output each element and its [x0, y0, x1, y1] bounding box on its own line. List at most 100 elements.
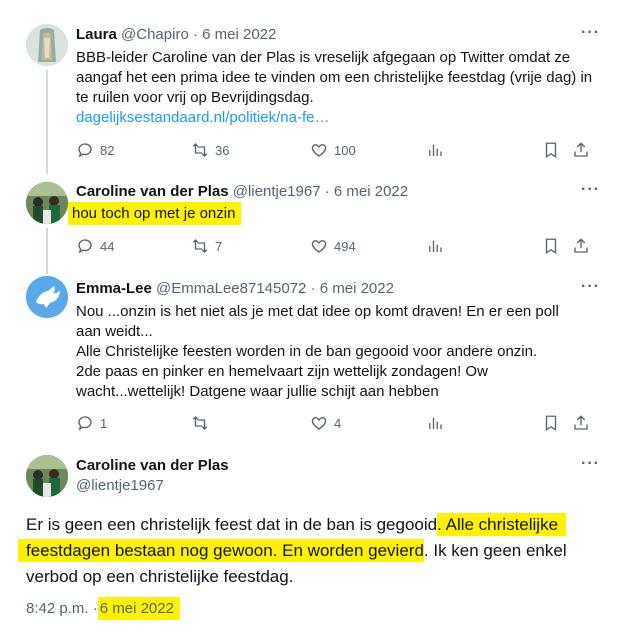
main-text-line: feestdagen bestaan nog gewoon. En worden… — [18, 538, 601, 564]
avatar-laura[interactable] — [26, 24, 68, 66]
more-icon[interactable]: ··· — [581, 278, 600, 296]
like-button[interactable]: 494 — [310, 236, 356, 256]
reply-icon — [78, 239, 92, 254]
separator-dot: · — [324, 183, 330, 200]
tweet-text-line: Nou ...onzin is het niet als je met dat … — [76, 303, 559, 320]
main-text-line: verbod op een christelijke feestdag. — [26, 567, 294, 586]
author-name[interactable]: Caroline van der Plas — [76, 456, 229, 476]
main-text-line: Er is geen een christelijk feest dat in … — [26, 512, 601, 538]
author-name[interactable]: Laura — [76, 26, 117, 43]
reply-count: 1 — [100, 415, 108, 431]
like-icon — [311, 144, 327, 157]
reply-icon — [78, 143, 92, 158]
like-button[interactable]: 4 — [310, 413, 341, 433]
retweet-count: 7 — [215, 238, 223, 254]
separator-dot: · — [92, 600, 98, 617]
views-button[interactable] — [426, 140, 444, 160]
like-icon — [311, 417, 327, 430]
retweet-button[interactable] — [191, 413, 215, 433]
tweet-caroline-reply[interactable]: Caroline van der Plas @lientje1967 · 6 m… — [0, 170, 622, 274]
separator-dot: · — [192, 26, 198, 43]
like-count: 4 — [334, 415, 342, 431]
author-handle[interactable]: @lientje1967 — [233, 183, 321, 200]
tweet-date[interactable]: 6 mei 2022 — [334, 183, 408, 200]
tweet-header: Emma-Lee @EmmaLee87145072 · 6 mei 2022 — [76, 279, 394, 299]
main-text-plain: . Ik ken geen enkel — [423, 541, 567, 560]
reply-button[interactable]: 1 — [76, 413, 107, 433]
bookmark-icon — [545, 142, 557, 159]
like-count: 100 — [334, 142, 356, 158]
reply-icon — [78, 416, 92, 431]
main-tweet-text: Er is geen een christelijk feest dat in … — [18, 512, 601, 590]
action-bar: 1 4 — [76, 413, 596, 433]
tweet-text-content: hou toch op met je onzin — [68, 202, 242, 225]
like-count: 494 — [334, 238, 356, 254]
avatar-caroline[interactable] — [26, 455, 68, 497]
tweet-text-line: aan weidt... — [76, 323, 153, 340]
like-icon — [311, 240, 327, 253]
more-icon[interactable]: ··· — [581, 24, 600, 42]
retweet-button[interactable]: 7 — [191, 236, 222, 256]
reply-count: 82 — [100, 142, 115, 158]
share-button[interactable] — [572, 140, 590, 160]
reply-count: 44 — [100, 238, 115, 254]
tweet-laura[interactable]: Laura @Chapiro · 6 mei 2022 ··· BBB-leid… — [0, 0, 622, 174]
author-handle[interactable]: @EmmaLee87145072 — [156, 280, 306, 297]
reply-button[interactable]: 44 — [76, 236, 114, 256]
author-name[interactable]: Emma-Lee — [76, 280, 152, 297]
author-handle[interactable]: @Chapiro — [121, 26, 189, 43]
bookmark-button[interactable] — [542, 236, 560, 256]
share-icon — [574, 415, 588, 430]
bookmark-icon — [545, 238, 557, 255]
bookmark-icon — [545, 415, 557, 432]
tweet-date[interactable]: 6 mei 2022 — [202, 26, 276, 43]
share-button[interactable] — [572, 413, 590, 433]
tweet-text-line: wacht...wettelijk! Datgene waar jullie s… — [76, 383, 439, 400]
views-icon — [429, 144, 442, 156]
tweet-text: hou toch op met je onzin — [68, 202, 606, 225]
tweet-emma-lee[interactable]: Emma-Lee @EmmaLee87145072 · 6 mei 2022 ·… — [0, 270, 622, 445]
bookmark-button[interactable] — [542, 140, 560, 160]
views-icon — [429, 240, 442, 252]
share-icon — [574, 238, 588, 253]
main-text-highlight: feestdagen bestaan nog gewoon. En worden… — [18, 539, 424, 562]
thread-line — [46, 70, 48, 174]
tweet-date[interactable]: 6 mei 2022 — [320, 280, 394, 297]
views-icon — [429, 417, 442, 429]
tweet-text: BBB-leider Caroline van der Plas is vres… — [76, 48, 606, 128]
more-icon[interactable]: ··· — [581, 455, 600, 473]
main-text-plain: Er is geen een christelijk feest dat in … — [26, 515, 438, 534]
tweet-header: Caroline van der Plas @lientje1967 · 6 m… — [76, 182, 408, 202]
retweet-icon — [192, 239, 208, 253]
tweet-date[interactable]: 6 mei 2022 — [97, 597, 180, 620]
author-handle[interactable]: @lientje1967 — [76, 476, 229, 496]
like-button[interactable]: 100 — [310, 140, 356, 160]
tweet-text: Nou ...onzin is het niet als je met dat … — [76, 302, 606, 402]
reply-button[interactable]: 82 — [76, 140, 114, 160]
tweet-link[interactable]: dagelijksestandaard.nl/politiek/na-fe… — [76, 109, 329, 126]
retweet-icon — [192, 416, 208, 430]
avatar-emma-lee[interactable] — [26, 276, 68, 318]
more-icon[interactable]: ··· — [581, 181, 600, 199]
tweet-text-line: 2de paas en pinker en hemelvaart zijn we… — [76, 363, 488, 380]
main-tweet-timestamp: 8:42 p.m. · 6 mei 2022 — [26, 597, 180, 620]
tweet-time[interactable]: 8:42 p.m. — [26, 600, 89, 617]
share-button[interactable] — [572, 236, 590, 256]
main-tweet: Caroline van der Plas @lientje1967 ··· E… — [0, 445, 622, 642]
views-button[interactable] — [426, 236, 444, 256]
views-button[interactable] — [426, 413, 444, 433]
separator-dot: · — [310, 280, 316, 297]
main-tweet-header: Caroline van der Plas @lientje1967 — [76, 456, 229, 496]
action-bar: 44 7 494 — [76, 236, 596, 256]
avatar-caroline[interactable] — [26, 182, 68, 224]
retweet-icon — [192, 143, 208, 157]
bookmark-button[interactable] — [542, 413, 560, 433]
tweet-text-line: Alle Christelijke feesten worden in de b… — [76, 343, 538, 360]
main-text-highlight: . Alle christelijke — [437, 513, 567, 536]
tweet-text-content: BBB-leider Caroline van der Plas is vres… — [76, 49, 593, 106]
author-name[interactable]: Caroline van der Plas — [76, 183, 229, 200]
retweet-button[interactable]: 36 — [191, 140, 229, 160]
action-bar: 82 36 100 — [76, 140, 596, 160]
tweet-header: Laura @Chapiro · 6 mei 2022 — [76, 25, 276, 45]
share-icon — [574, 142, 588, 157]
